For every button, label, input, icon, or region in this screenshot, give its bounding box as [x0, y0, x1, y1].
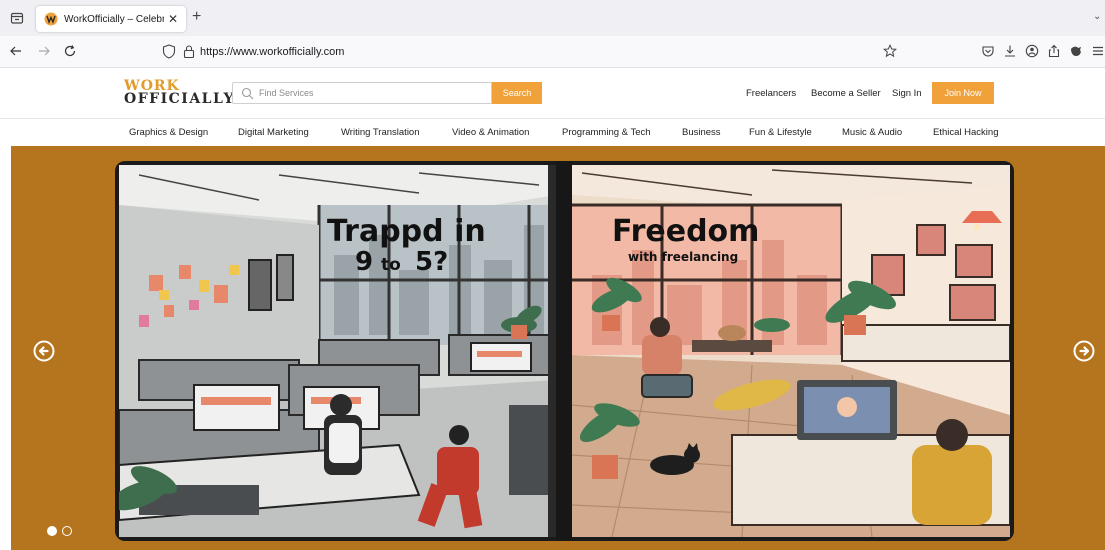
- bookmark-star-icon[interactable]: [883, 44, 897, 58]
- pocket-icon[interactable]: [980, 43, 996, 59]
- become-seller-link[interactable]: Become a Seller: [811, 88, 881, 99]
- tracking-protection-icon[interactable]: [162, 44, 176, 59]
- category-graphics-design[interactable]: Graphics & Design: [129, 127, 208, 138]
- carousel-prev-button[interactable]: [33, 340, 55, 362]
- category-ethical-hacking[interactable]: Ethical Hacking: [933, 127, 998, 138]
- site-favicon-icon: [44, 12, 58, 26]
- sign-in-link[interactable]: Sign In: [892, 88, 922, 99]
- downloads-icon[interactable]: [1002, 43, 1018, 59]
- search-box: [232, 82, 492, 104]
- account-icon[interactable]: [1024, 43, 1040, 59]
- url-text[interactable]: https://www.workofficially.com: [200, 46, 344, 58]
- tabs-overflow-icon[interactable]: ⌄: [1093, 11, 1101, 22]
- carousel-dot-1[interactable]: [47, 526, 57, 536]
- browser-tab-bar: WorkOfficially – Celebrating Eve ✕ + ⌄: [0, 0, 1105, 36]
- browser-tab[interactable]: WorkOfficially – Celebrating Eve ✕: [36, 6, 186, 32]
- search-button[interactable]: Search: [492, 82, 542, 104]
- category-nav: Graphics & Design Digital Marketing Writ…: [0, 118, 1105, 146]
- hero-left-to: to: [381, 255, 401, 275]
- tab-list-icon[interactable]: [10, 11, 24, 25]
- hero-right-line1: Freedom: [612, 214, 760, 249]
- carousel-next-button[interactable]: [1073, 340, 1095, 362]
- category-music-audio[interactable]: Music & Audio: [842, 127, 902, 138]
- lock-icon[interactable]: [183, 44, 195, 59]
- search-input[interactable]: [259, 85, 484, 101]
- category-digital-marketing[interactable]: Digital Marketing: [238, 127, 309, 138]
- site-header: WORK OFFICIALLY Search Freelancers Becom…: [0, 68, 1105, 118]
- menu-icon[interactable]: [1090, 43, 1105, 59]
- hero-left-line1: Trappd in: [327, 214, 486, 249]
- site-logo[interactable]: WORK OFFICIALLY: [124, 79, 235, 107]
- share-icon[interactable]: [1046, 43, 1062, 59]
- forward-icon[interactable]: [36, 43, 52, 59]
- hero-left-nine: 9: [355, 247, 374, 277]
- hero-divider: [556, 161, 572, 541]
- hero-left-five: 5?: [415, 247, 449, 277]
- join-now-button[interactable]: Join Now: [932, 82, 994, 104]
- category-writing-translation[interactable]: Writing Translation: [341, 127, 420, 138]
- extensions-icon[interactable]: [1068, 43, 1084, 59]
- hero-panel-freelance: Freedom with freelancing: [572, 165, 1010, 537]
- carousel-dot-2[interactable]: [62, 526, 72, 536]
- freelancers-link[interactable]: Freelancers: [746, 88, 796, 99]
- hero-panel-office: Trappd in 9 to 5?: [119, 165, 556, 537]
- back-icon[interactable]: [8, 43, 24, 59]
- browser-nav-bar: https://www.workofficially.com: [0, 36, 1105, 68]
- category-business[interactable]: Business: [682, 127, 721, 138]
- category-programming-tech[interactable]: Programming & Tech: [562, 127, 651, 138]
- category-fun-lifestyle[interactable]: Fun & Lifestyle: [749, 127, 812, 138]
- search-icon: [241, 87, 254, 100]
- tab-close-icon[interactable]: ✕: [168, 13, 178, 25]
- hero-carousel: Trappd in 9 to 5? Freedom with freelanci…: [11, 146, 1105, 550]
- hero-right-line2: with freelancing: [628, 250, 739, 264]
- url-bar[interactable]: https://www.workofficially.com: [150, 40, 910, 64]
- tab-title: WorkOfficially – Celebrating Eve: [64, 13, 164, 25]
- hero-slide-image: Trappd in 9 to 5? Freedom with freelanci…: [115, 161, 1014, 541]
- new-tab-icon[interactable]: +: [192, 9, 201, 25]
- logo-line-2: OFFICIALLY: [124, 91, 235, 107]
- category-video-animation[interactable]: Video & Animation: [452, 127, 529, 138]
- reload-icon[interactable]: [62, 43, 78, 59]
